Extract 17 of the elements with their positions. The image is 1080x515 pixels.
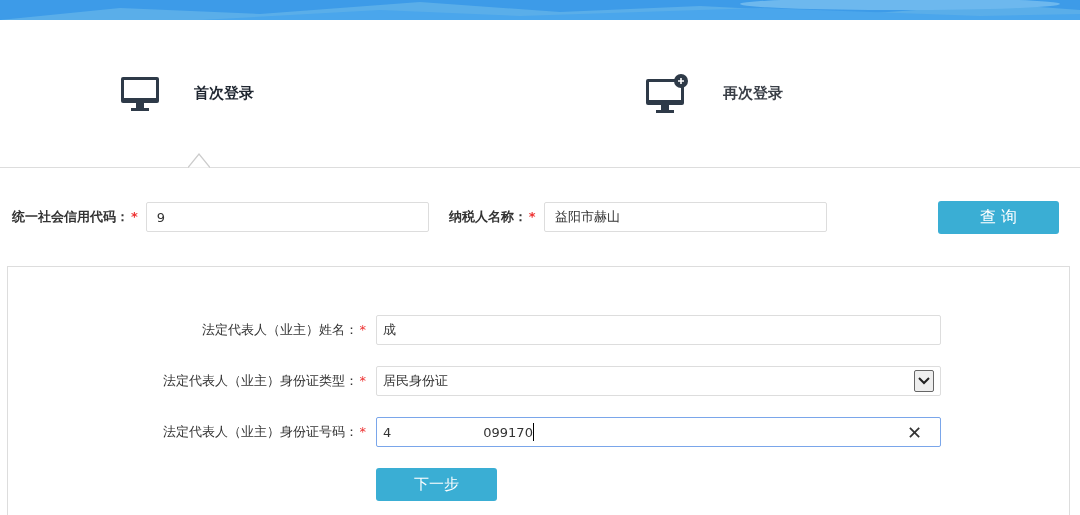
close-icon[interactable]: ✕ <box>906 421 922 443</box>
login-tab[interactable]: 首次登录 <box>194 84 254 103</box>
tab-pointer <box>188 153 210 168</box>
chevron-down-icon <box>914 370 934 392</box>
monitor-plus-icon <box>645 73 689 114</box>
input-field[interactable]: 成 <box>376 315 941 345</box>
field-label: 法定代表人（业主）身份证号码：* <box>161 423 366 441</box>
input-field[interactable]: 9 <box>145 202 429 232</box>
input-field[interactable]: 4 099170 ✕ <box>376 417 941 447</box>
dropdown[interactable]: 居民身份证 <box>376 366 941 396</box>
field-label: 统一社会信用代码：* <box>12 208 138 226</box>
monitor-icon <box>120 75 160 112</box>
field-label: 法定代表人（业主）姓名：* <box>200 321 366 339</box>
login-tab[interactable]: 再次登录 <box>723 84 783 103</box>
input-field[interactable]: 益阳市赫山 <box>543 202 827 232</box>
field-label: 纳税人名称：* <box>448 208 536 226</box>
field-label: 法定代表人（业主）身份证类型：* <box>161 372 366 390</box>
